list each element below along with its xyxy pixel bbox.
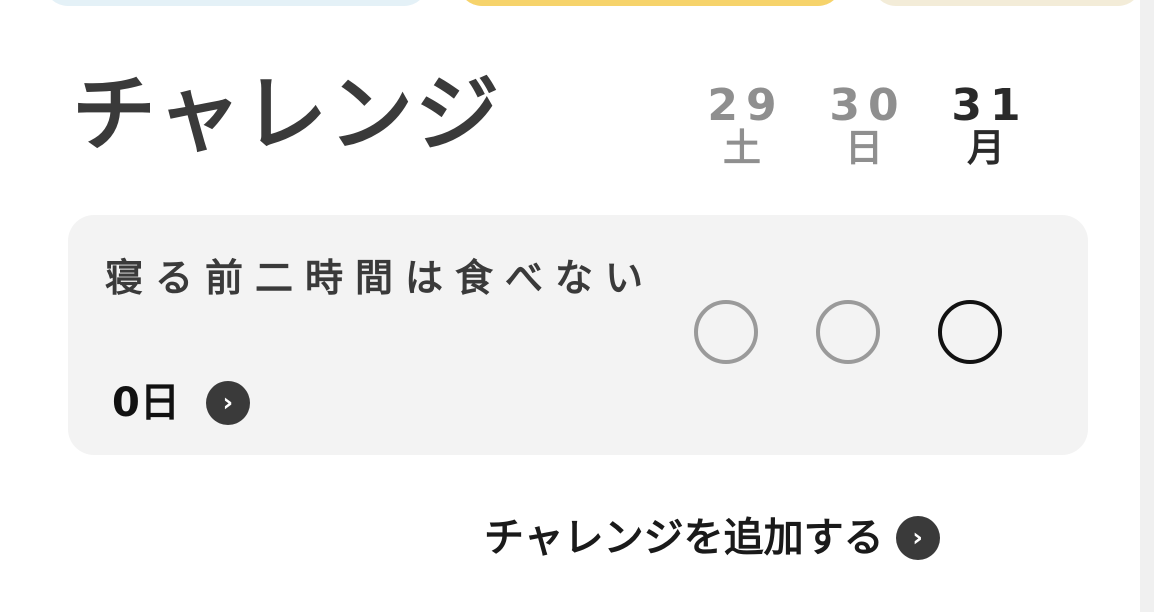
day-column-29: 29 土 bbox=[697, 84, 787, 170]
top-card-cream[interactable] bbox=[872, 0, 1142, 6]
top-card-yellow[interactable] bbox=[458, 0, 842, 6]
streak-count: 0日 bbox=[112, 380, 180, 426]
challenge-card[interactable]: 寝る前二時間は食べない 0日 › bbox=[68, 215, 1088, 455]
day-number: 30 bbox=[829, 80, 907, 131]
day-number: 29 bbox=[707, 80, 785, 131]
check-circle-30[interactable] bbox=[816, 300, 880, 364]
chevron-right-icon[interactable]: › bbox=[205, 381, 250, 425]
check-circle-31[interactable] bbox=[938, 300, 1002, 364]
chevron-right-icon[interactable]: › bbox=[895, 516, 940, 560]
challenge-screen: チャレンジ 29 土 30 日 31 月 寝る前二時間は食べない 0日 › チャ… bbox=[0, 0, 1154, 612]
day-column-30: 30 日 bbox=[819, 84, 909, 170]
right-edge-divider bbox=[1140, 0, 1154, 612]
check-circle-29[interactable] bbox=[694, 300, 758, 364]
day-weekday: 日 bbox=[844, 126, 883, 170]
streak-link[interactable]: 0日 › bbox=[112, 381, 250, 425]
day-weekday: 月 bbox=[966, 126, 1005, 170]
day-weekday: 土 bbox=[722, 126, 761, 170]
top-card-blue[interactable] bbox=[44, 0, 428, 6]
section-title: チャレンジ bbox=[72, 65, 502, 163]
challenge-title: 寝る前二時間は食べない bbox=[105, 256, 656, 300]
add-challenge-label: チャレンジを追加する bbox=[484, 515, 884, 561]
day-column-31: 31 月 bbox=[941, 84, 1031, 170]
day-number: 31 bbox=[951, 80, 1029, 131]
add-challenge-button[interactable]: チャレンジを追加する › bbox=[484, 516, 940, 560]
